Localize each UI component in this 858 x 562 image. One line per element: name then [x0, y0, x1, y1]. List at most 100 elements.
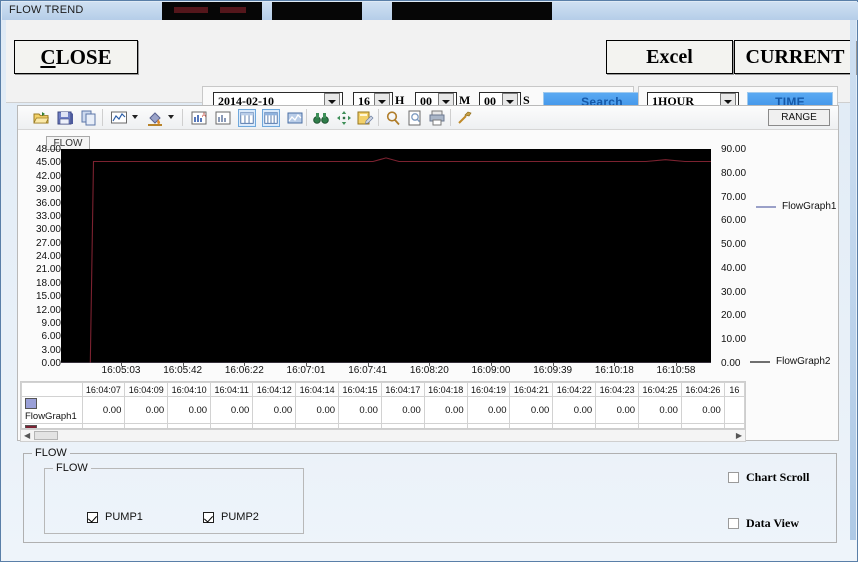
x-axis-tick-label: 16:05:42: [163, 365, 203, 376]
legend-item-flowgraph2[interactable]: FlowGraph2: [750, 356, 830, 367]
print-icon[interactable]: [428, 109, 446, 127]
chart-legend: FlowGraph1 FlowGraph2: [746, 129, 856, 379]
table-row[interactable]: FlowGraph1 0.00 0.00 0.00 0.00 0.00 0.00 0.00 0.…: [21, 396, 745, 424]
y-axis-left-tick: 30.00: [35, 224, 61, 236]
checkbox-box-icon[interactable]: [203, 511, 214, 523]
table-horizontal-scrollbar[interactable]: ◀ ▶: [20, 429, 746, 442]
flow-group-inner-label: FLOW: [53, 462, 91, 474]
y-axis-right-tick: 30.00: [721, 286, 747, 298]
table-cell: 0.00: [167, 396, 212, 424]
table-column-header: 16:04:21: [509, 382, 554, 397]
table-column-header: 16:04:12: [252, 382, 297, 397]
table-cell: 0.00: [680, 396, 725, 424]
chart-plot-area[interactable]: [61, 149, 711, 364]
x-axis-tick-label: 16:05:03: [101, 365, 141, 376]
table-column-header: 16:04:23: [595, 382, 640, 397]
chevron-down-icon[interactable]: [168, 115, 174, 119]
checkbox-label: Data View: [746, 516, 799, 530]
checkbox-data-view[interactable]: Data View: [728, 516, 799, 531]
y-axis-right-tick: 70.00: [721, 191, 747, 203]
checkbox-box-icon[interactable]: [87, 511, 98, 523]
top-control-panel: CLOSE Excel CURRENT 2014-02-10 16 H 00 M…: [6, 20, 856, 116]
y-axis-left-tick: 45.00: [35, 157, 61, 169]
toolbar-separator: [378, 109, 379, 126]
binoculars-icon[interactable]: [312, 109, 330, 127]
save-icon[interactable]: [56, 109, 74, 127]
table-cell: 0.00: [81, 396, 126, 424]
legend-color-swatch: [750, 360, 770, 363]
table-corner-cell: [21, 382, 83, 397]
table-cell: 0.00: [466, 396, 511, 424]
y-axis-left-tick: 12.00: [35, 304, 61, 316]
checkbox-box-icon[interactable]: [728, 472, 739, 483]
move-icon[interactable]: [335, 109, 353, 127]
chart-y-axis-left: 48.00 45.00 42.00 39.00 36.00 33.00 30.00 27.00…: [21, 143, 63, 369]
x-axis-tick-mark: [552, 363, 554, 366]
open-folder-icon[interactable]: [32, 109, 50, 127]
y-axis-left-tick: 24.00: [35, 251, 61, 262]
tools-icon[interactable]: [456, 109, 474, 127]
fill-color-icon[interactable]: [146, 109, 164, 127]
titlebar-artifact-3: [392, 2, 552, 20]
close-button[interactable]: CLOSE: [14, 40, 138, 74]
y-axis-left-tick: 48.00: [35, 144, 61, 155]
scroll-left-arrow-icon[interactable]: ◀: [24, 432, 30, 440]
trend-view-icon[interactable]: [286, 109, 304, 127]
data-grid: 16:04:07 16:04:09 16:04:10 16:04:11 16:04:12…: [21, 382, 745, 428]
flow-group-outer: FLOW FLOW PUMP1 PUMP2: [23, 447, 837, 543]
table-cell: 0.00: [210, 396, 254, 424]
y-axis-left-tick: 6.00: [41, 331, 61, 343]
checkbox-pump1[interactable]: PUMP1: [87, 511, 143, 523]
table-cell: 0.00: [552, 396, 597, 424]
table-cell: [723, 396, 745, 424]
y-axis-left-tick: 39.00: [35, 184, 61, 196]
y-axis-left-tick: 33.00: [35, 210, 61, 222]
y-axis-right-tick: 50.00: [721, 239, 747, 251]
x-axis-tick-mark: [491, 363, 492, 366]
svg-text:A: A: [202, 113, 206, 119]
y-axis-left-tick: 21.00: [35, 264, 61, 276]
x-axis-tick-label: 16:09:00: [471, 365, 511, 376]
zoom-icon[interactable]: [384, 109, 402, 127]
data-table[interactable]: 16:04:07 16:04:09 16:04:10 16:04:11 16:04:12…: [20, 381, 746, 429]
checkbox-label: Chart Scroll: [746, 470, 810, 484]
checkbox-pump2[interactable]: PUMP2: [203, 511, 259, 523]
checkbox-label: PUMP2: [221, 511, 259, 523]
toolbar-separator: [450, 109, 451, 126]
window-title-bar: FLOW TREND: [2, 2, 858, 20]
titlebar-artifact-red-1: [174, 7, 208, 13]
copy-icon[interactable]: [80, 109, 98, 127]
current-button[interactable]: CURRENT: [734, 40, 856, 74]
table-column-header: 16:04:22: [552, 382, 597, 397]
chart-export-icon[interactable]: [214, 109, 232, 127]
y-axis-left-tick: 36.00: [35, 197, 61, 209]
x-axis-tick-mark: [429, 363, 431, 366]
x-axis-tick-label: 16:09:39: [533, 365, 573, 376]
legend-item-flowgraph1[interactable]: FlowGraph1: [756, 201, 836, 212]
checkbox-chart-scroll[interactable]: Chart Scroll: [728, 470, 809, 485]
table-column-header: 16:04:10: [167, 382, 212, 397]
legend-label: FlowGraph2: [776, 356, 831, 367]
table-column-header: 16:04:19: [466, 382, 511, 397]
print-preview-icon[interactable]: [406, 109, 424, 127]
grid-view-icon[interactable]: [238, 109, 256, 127]
y-axis-right-tick: 90.00: [721, 144, 747, 155]
flow-group-inner: FLOW PUMP1 PUMP2: [44, 462, 304, 534]
edit-note-icon[interactable]: [356, 109, 374, 127]
table-cell: 0.00: [252, 396, 297, 424]
scroll-right-arrow-icon[interactable]: ▶: [736, 432, 742, 440]
table-cell: 0.00: [509, 396, 554, 424]
table-column-header: 16:04:15: [338, 382, 382, 397]
y-axis-left-tick: 18.00: [35, 277, 61, 289]
line-chart-icon[interactable]: [110, 109, 128, 127]
scrollbar-thumb[interactable]: [34, 431, 58, 440]
data-grid-body: FlowGraph1 0.00 0.00 0.00 0.00 0.00 0.00 0.00 0.…: [21, 396, 745, 428]
table-column-header: 16:04:18: [423, 382, 468, 397]
table-view-icon[interactable]: [262, 109, 280, 127]
chart-properties-icon[interactable]: A: [190, 109, 208, 127]
checkbox-box-icon[interactable]: [728, 518, 739, 529]
chevron-down-icon[interactable]: [132, 115, 138, 119]
table-column-header: 16:04:26: [680, 382, 725, 397]
range-button[interactable]: RANGE: [768, 109, 830, 126]
excel-button[interactable]: Excel: [606, 40, 733, 74]
